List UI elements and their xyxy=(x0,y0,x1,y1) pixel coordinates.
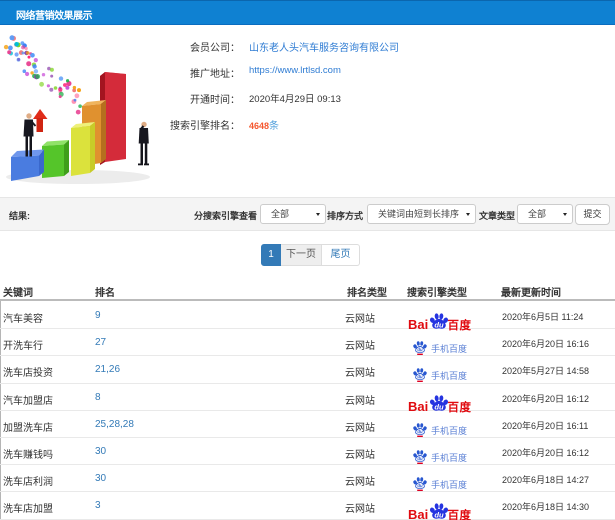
svg-text:du: du xyxy=(434,402,444,410)
svg-text:du: du xyxy=(417,374,423,379)
svg-text:du: du xyxy=(434,320,444,328)
svg-text:du: du xyxy=(417,347,423,352)
svg-text:du: du xyxy=(434,510,444,518)
svg-text:du: du xyxy=(417,483,423,488)
svg-text:du: du xyxy=(417,429,423,434)
svg-text:du: du xyxy=(417,456,423,461)
